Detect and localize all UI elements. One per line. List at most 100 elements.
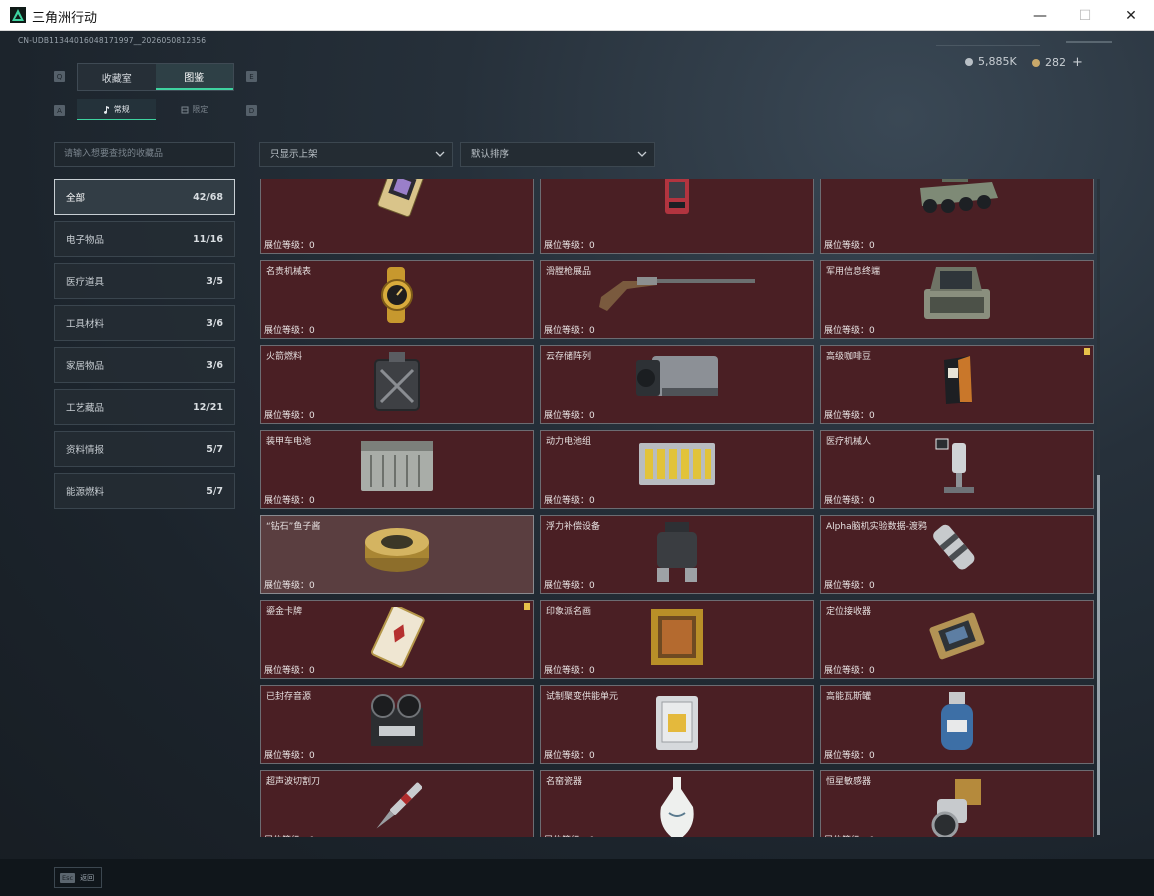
category-item[interactable]: 能源燃料 5/7 [54,473,235,509]
item-name: 高级咖啡豆 [826,352,872,362]
item-level: 展位等级：0 [264,833,315,837]
shelf-filter-dropdown[interactable]: 只显示上架 [259,142,453,167]
collection-item-card[interactable]: 恒星敏感器展位等级：0 [820,770,1094,837]
collection-search-input[interactable]: 请输入想要查找的收藏品 [54,142,235,167]
item-name: 名贵机械表 [266,267,312,277]
locator-receiver-icon [925,607,989,669]
back-button[interactable]: Esc 返回 [54,867,102,888]
collection-item-card[interactable]: 滑膛枪展品 展位等级：0 [540,260,814,339]
item-level: 展位等级：0 [264,326,315,336]
collection-item-card[interactable]: 军用信息终端 展位等级：0 [820,260,1094,339]
collection-item-card[interactable]: 超声波切割刀展位等级：0 [260,770,534,837]
collection-item-card[interactable]: 浮力补偿设备 展位等级：0 [540,515,814,594]
category-label: 工具材料 [66,319,105,330]
vehicle-battery-icon [357,437,437,499]
top-divider-2 [1066,41,1112,43]
item-level: 展位等级：0 [824,496,875,506]
collection-item-card[interactable]: 展位等级：0 [820,179,1094,254]
new-badge-icon [1084,348,1090,355]
red-device-icon [657,179,697,228]
sort-dropdown[interactable]: 默认排序 [460,142,655,167]
tab-codex[interactable]: 图鉴 [155,64,233,90]
key-hint-d: D [246,105,257,116]
item-name: 超声波切割刀 [266,777,321,787]
category-count: 11/16 [193,233,223,245]
add-token-button[interactable]: + [1072,55,1083,70]
category-item[interactable]: 医疗道具 3/5 [54,263,235,299]
collection-item-card[interactable]: 装甲车电池 展位等级：0 [260,430,534,509]
collection-item-card[interactable]: 试制聚变供能单元 展位等级：0 [540,685,814,764]
medical-robot-icon [934,437,980,501]
scroll-thumb[interactable] [1097,475,1100,835]
item-level: 展位等级：0 [544,496,595,506]
collection-item-card[interactable]: 定位接收器 展位等级：0 [820,600,1094,679]
item-name: 名窑瓷器 [546,777,583,787]
esc-key-badge: Esc [60,872,76,883]
close-button[interactable]: ✕ [1108,0,1154,31]
category-item[interactable]: 工艺藏品 12/21 [54,389,235,425]
category-count: 3/6 [206,359,223,371]
item-level: 展位等级：0 [264,496,315,506]
collection-item-card[interactable]: Alpha脑机实验数据-渡鸦 展位等级：0 [820,515,1094,594]
category-item[interactable]: 电子物品 11/16 [54,221,235,257]
category-label: 能源燃料 [66,487,105,498]
category-count: 5/7 [206,485,223,497]
window-titlebar: 三角洲行动 — ☐ ✕ [0,0,1154,31]
collection-item-card[interactable]: 高能瓦斯罐 展位等级：0 [820,685,1094,764]
item-level: 展位等级：0 [544,581,595,591]
collection-item-card[interactable]: 高级咖啡豆 展位等级：0 [820,345,1094,424]
category-count: 3/5 [206,275,223,287]
subtab-limited-label: 限定 [192,105,209,114]
item-name: 定位接收器 [826,607,872,617]
collection-item-card[interactable]: “钻石”鱼子酱 展位等级：0 [260,515,534,594]
category-label: 医疗道具 [66,277,105,288]
coin-amount: 5,885K [978,55,1017,68]
footer-bar: Esc 返回 [0,859,1154,896]
tab-collection-room[interactable]: 收藏室 [78,64,156,90]
item-level: 展位等级：0 [544,241,595,251]
token-icon [1032,58,1040,67]
collection-item-card[interactable]: 云存储阵列 展位等级：0 [540,345,814,424]
sort-value: 默认排序 [471,149,510,160]
maximize-button[interactable]: ☐ [1062,0,1108,31]
limited-icon [181,106,189,113]
collection-item-card[interactable]: 火箭燃料 展位等级：0 [260,345,534,424]
main-tabs: 收藏室 图鉴 [77,63,234,91]
item-name: 动力电池组 [546,437,592,447]
fusion-cell-icon [652,692,702,758]
category-item[interactable]: 资料情报 5/7 [54,431,235,467]
category-item[interactable]: 工具材料 3/6 [54,305,235,341]
collection-item-card[interactable]: 展位等级：0 [540,179,814,254]
item-name: Alpha脑机实验数据-渡鸦 [826,522,927,532]
sub-tabs: 常规 限定 [77,99,234,120]
subtab-limited[interactable]: 限定 [156,99,235,120]
item-name: 浮力补偿设备 [546,522,601,532]
collection-grid: 展位等级：0 展位等级：0 展位等级：0 名贵机械表 展位等级：0 滑膛枪展品 展位等级：0… [258,179,1094,837]
grid-scrollbar[interactable] [1097,179,1100,835]
collection-item-card[interactable]: 动力电池组展位等级：0 [540,430,814,509]
coin-balance: 5,885K [965,55,1017,68]
token-amount: 282 [1045,56,1066,69]
item-level: 展位等级：0 [264,751,315,761]
collection-item-card[interactable]: 印象派名画 展位等级：0 [540,600,814,679]
ultrasonic-knife-icon [372,777,423,837]
collection-item-card[interactable]: 展位等级：0 [260,179,534,254]
buoyancy-device-icon [649,522,705,588]
collection-item-card[interactable]: 鎏金卡牌 展位等级：0 [260,600,534,679]
collection-item-card[interactable]: 名窑瓷器展位等级：0 [540,770,814,837]
item-name: 试制聚变供能单元 [546,692,619,702]
top-divider [936,45,1040,46]
collection-item-card[interactable]: 医疗机械人 展位等级：0 [820,430,1094,509]
item-name: 云存储阵列 [546,352,592,362]
category-item[interactable]: 全部 42/68 [54,179,235,215]
minimize-button[interactable]: — [1017,0,1063,31]
key-hint-e: E [246,71,257,82]
subtab-regular[interactable]: 常规 [77,99,156,120]
category-item[interactable]: 家居物品 3/6 [54,347,235,383]
category-count: 42/68 [193,191,223,203]
fuel-canister-icon [369,352,425,416]
collection-item-card[interactable]: 已封存音源 展位等级：0 [260,685,534,764]
category-label: 全部 [66,193,86,204]
category-count: 12/21 [193,401,223,413]
collection-item-card[interactable]: 名贵机械表展位等级：0 [260,260,534,339]
